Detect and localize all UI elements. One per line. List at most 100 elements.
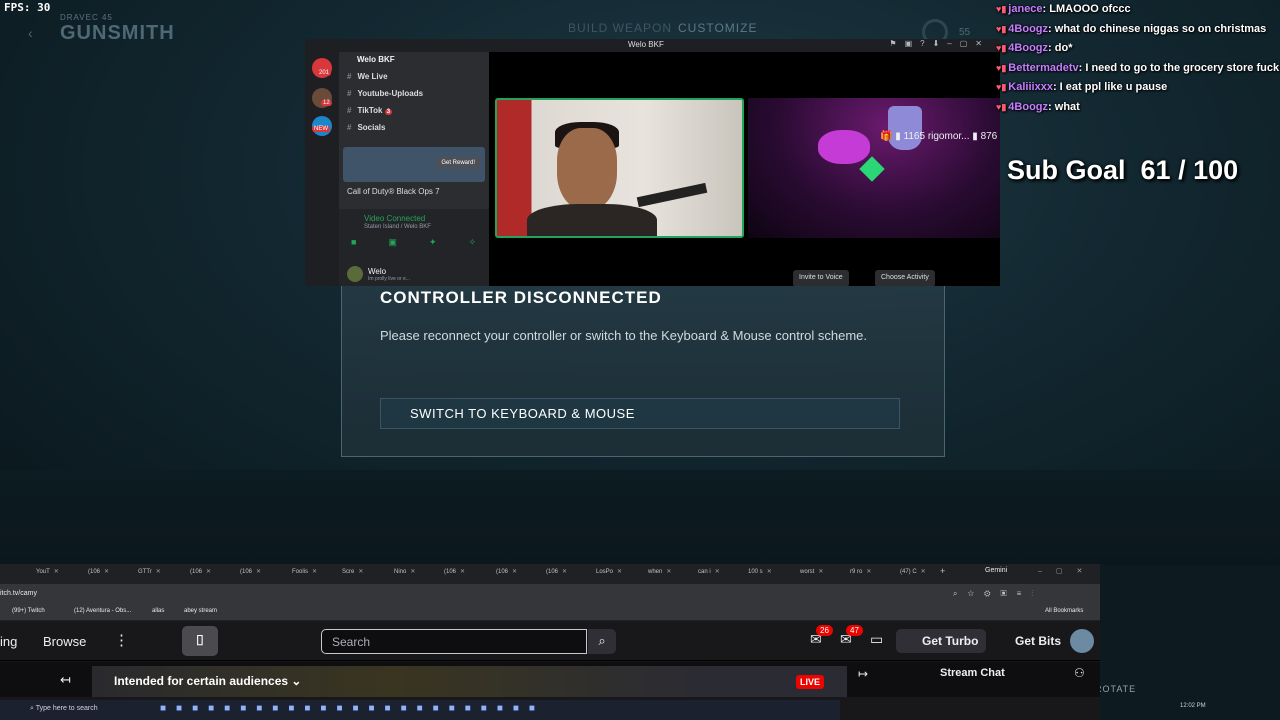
close-icon[interactable]: ✕ [358,569,363,575]
webcam-video-tile[interactable] [495,98,744,238]
close-icon[interactable]: ✕ [866,569,871,575]
browser-tab[interactable]: LosPo ✕ [596,568,622,575]
browser-tab[interactable]: GTTr ✕ [138,568,161,575]
bookmark-item[interactable]: (12) Aventura - Obs... [74,608,131,614]
browser-tab[interactable]: Nino ✕ [394,568,415,575]
close-icon[interactable]: ✕ [460,569,465,575]
close-icon[interactable]: ✕ [562,569,567,575]
chat-icon[interactable]: ▭ [870,631,883,648]
close-icon[interactable]: ✕ [256,569,261,575]
url-field[interactable]: itch.tv/camy [0,590,37,597]
close-icon[interactable]: ✕ [818,569,823,575]
notifications-icon[interactable]: ✉ 26 [810,625,833,648]
nav-following[interactable]: ing [0,634,17,649]
avatar[interactable] [347,266,363,282]
channel-sidebar: Welo BKF # We Live # Youtube-Uploads # TikT… [339,52,489,286]
voice-channel[interactable]: Staten Island / Welo BKF [364,224,431,230]
close-icon[interactable]: ✕ [104,569,109,575]
taskbar-search[interactable]: ⌕ Type here to search [30,705,98,713]
close-icon[interactable]: ✕ [666,569,671,575]
browser-tab[interactable]: (47) C ✕ [900,568,926,575]
whisper-count: 47 [846,625,863,636]
switch-keyboard-button[interactable]: SWITCH TO KEYBOARD & MOUSE [380,398,900,429]
hash-icon: # [347,123,352,132]
close-icon[interactable]: ✕ [512,569,517,575]
twitch-logo-icon[interactable]: ⌷ [182,626,218,656]
back-arrow-icon[interactable]: ‹ [28,25,33,41]
badge-icon: ♥▮ [996,82,1007,92]
search-field[interactable] [321,629,587,654]
system-clock[interactable]: 12:02 PM [1180,703,1206,709]
fps-counter: FPS: 30 [4,1,51,14]
close-icon[interactable]: ✕ [312,569,317,575]
tab-build-weapon[interactable]: BUILD WEAPON [568,21,672,35]
bookmark-item[interactable]: abey stream [184,608,217,614]
bookmark-item[interactable]: allas [152,608,164,614]
window-controls[interactable]: –▢✕ [1038,567,1096,575]
all-bookmarks[interactable]: All Bookmarks [1045,608,1083,614]
browser-tab[interactable]: (106 ✕ [444,568,465,575]
avatar[interactable] [1070,629,1094,653]
browser-tab[interactable]: when ✕ [648,568,671,575]
sub-goal-label: Sub Goal [1007,155,1126,185]
whispers-icon[interactable]: ✉ 47 [840,625,863,648]
close-icon[interactable]: ✕ [54,569,59,575]
expand-chat-icon[interactable]: ↦ [858,667,868,681]
titlebar-icons[interactable]: ⚑▣?⬇–▢✕ [889,39,990,48]
browser-tab[interactable]: 100 s ✕ [748,568,772,575]
choose-activity-button[interactable]: Choose Activity [875,270,935,286]
channel-item[interactable]: # Youtube-Uploads [347,89,423,106]
badge-icon: ♥▮ [996,43,1007,53]
address-bar-icons[interactable]: ⌕☆⚙▣≡⋮ [953,589,1043,599]
browser-tab[interactable]: r9 ro ✕ [850,568,871,575]
close-icon[interactable]: ✕ [767,569,772,575]
tab-customize[interactable]: CUSTOMIZE [678,21,757,35]
search-icon[interactable]: ⌕ [588,629,616,654]
close-icon[interactable]: ✕ [156,569,161,575]
search-input[interactable] [322,630,586,653]
discord-window: Welo BKF ⚑▣?⬇–▢✕ 201 12 NEW Welo BKF # We… [305,39,1000,286]
more-icon[interactable]: ⋮ [114,631,129,649]
voice-controls[interactable]: ■▣✦✧ [351,237,508,248]
browser-tab[interactable]: worst ✕ [800,568,823,575]
hash-icon: # [347,72,352,81]
browser-tab[interactable]: Foolis ✕ [292,568,317,575]
browser-tab[interactable]: can i ✕ [698,568,720,575]
channel-badge: 3 [384,109,393,115]
activity-tile: Invite to Voice Choose Activity [748,98,1000,286]
audience-label[interactable]: Intended for certain audiences ⌄ [114,674,301,688]
bookmark-item[interactable]: (99+) Twitch [12,608,45,614]
close-icon[interactable]: ✕ [715,569,720,575]
browser-tab[interactable]: (106 ✕ [190,568,211,575]
close-icon[interactable]: ✕ [410,569,415,575]
browser-tab[interactable]: (106 ✕ [240,568,261,575]
chat-users-icon[interactable]: ⚇ [1074,666,1085,680]
gift-leaderboard[interactable]: 🎁 ▮ 1165 rigomor... ▮ 876 [880,131,997,142]
channel-item[interactable]: # Socials [347,123,423,140]
new-tab-icon[interactable]: + [940,566,945,576]
browser-tab[interactable]: (106 ✕ [546,568,567,575]
chat-message: ♥▮ Bettermadetv: I need to go to the groc… [996,61,1280,74]
browser-tab[interactable]: Scre ✕ [342,568,363,575]
server-name[interactable]: Welo BKF [339,55,489,71]
browser-tab[interactable]: YouT ✕ [36,568,59,575]
browser-tab[interactable]: (106 ✕ [88,568,109,575]
taskbar-app-icons[interactable]: ■■■■■■■■■■■■■■■■■■■■■■■■ [160,703,545,714]
channel-item[interactable]: # We Live [347,72,423,89]
nav-browse[interactable]: Browse [43,634,86,649]
badge-icon: ♥▮ [996,23,1007,34]
get-reward-button[interactable]: Get Reward! [436,157,480,169]
get-bits-button[interactable]: Get Bits [990,629,1062,653]
get-turbo-button[interactable]: Get Turbo [896,629,986,653]
gem-icon [818,130,870,164]
close-icon[interactable]: ✕ [617,569,622,575]
voice-status: Video Connected [364,214,426,223]
close-icon[interactable]: ✕ [206,569,211,575]
browser-tab[interactable]: (106 ✕ [496,568,517,575]
close-icon[interactable]: ✕ [921,569,926,575]
gemini-button[interactable]: Gemini [985,567,1007,574]
collapse-icon[interactable]: ↤ [60,672,71,688]
game-floor [0,470,1280,565]
channel-item[interactable]: # TikTok 3 [347,106,423,123]
invite-to-voice-button[interactable]: Invite to Voice [793,270,849,286]
